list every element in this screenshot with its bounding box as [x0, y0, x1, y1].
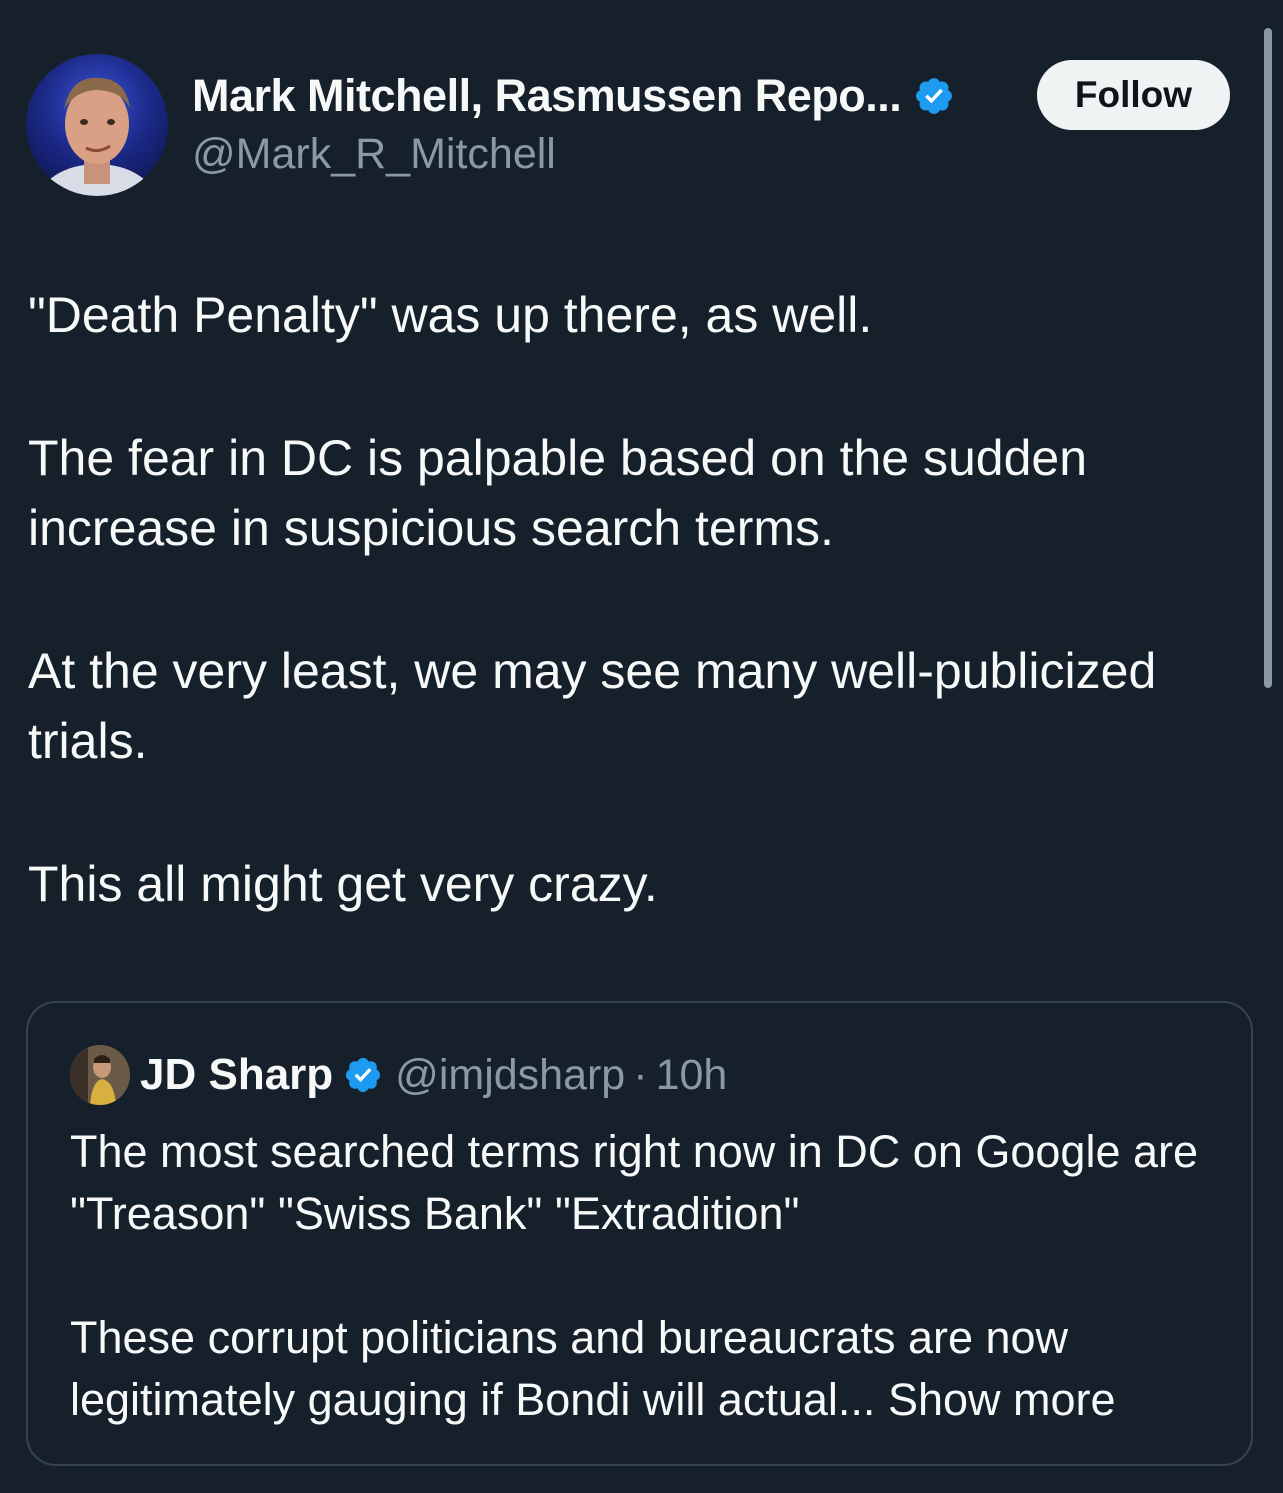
author-handle[interactable]: @Mark_R_Mitchell	[192, 130, 556, 179]
scrollbar[interactable]	[1264, 28, 1272, 688]
author-name[interactable]: Mark Mitchell, Rasmussen Repo...	[192, 70, 902, 122]
verified-badge-icon	[346, 1057, 381, 1093]
quoted-author-avatar[interactable]	[70, 1045, 130, 1105]
verified-badge-icon	[916, 78, 953, 114]
tweet-paragraph: The fear in DC is palpable based on the …	[28, 430, 1088, 556]
tweet-text: "Death Penalty" was up there, as well. T…	[28, 280, 1263, 992]
author-avatar[interactable]	[26, 54, 168, 196]
author-name-row: Mark Mitchell, Rasmussen Repo...	[192, 70, 955, 122]
follow-button[interactable]: Follow	[1037, 60, 1230, 130]
quoted-tweet-time[interactable]: 10h	[656, 1051, 728, 1100]
tweet-paragraph: "Death Penalty" was up there, as well.	[28, 287, 873, 343]
tweet-paragraph: At the very least, we may see many well-…	[28, 643, 1157, 769]
quoted-tweet-card[interactable]: JD Sharp @imjdsharp · 10h The most searc…	[26, 1001, 1253, 1466]
tweet-paragraph: This all might get very crazy.	[28, 856, 658, 912]
quoted-paragraph: These corrupt politicians and bureaucrat…	[70, 1307, 1230, 1431]
quoted-paragraph: The most searched terms right now in DC …	[70, 1126, 1199, 1239]
quoted-author-name[interactable]: JD Sharp	[140, 1050, 333, 1100]
separator-dot: ·	[633, 1050, 648, 1099]
quoted-author-handle[interactable]: @imjdsharp	[395, 1051, 625, 1100]
show-more-link[interactable]: Show more	[888, 1374, 1116, 1425]
quoted-tweet-header: JD Sharp @imjdsharp · 10h	[70, 1045, 727, 1105]
quoted-tweet-text: The most searched terms right now in DC …	[70, 1121, 1230, 1493]
